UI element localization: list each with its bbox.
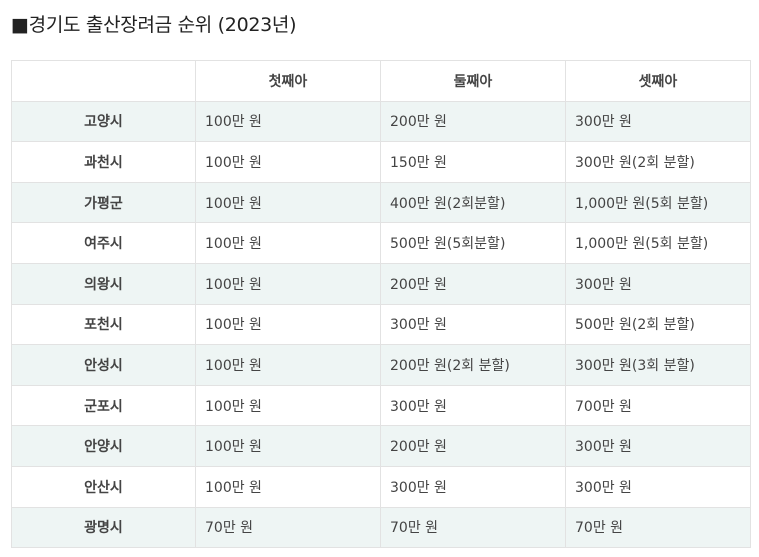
cell-third-child: 1,000만 원(5회 분할) (565, 181, 751, 224)
cell-second-child: 300만 원 (380, 303, 566, 346)
page-title: ■경기도 출산장려금 순위 (2023년) (11, 14, 297, 36)
cell-second-child: 200만 원(2회 분할) (380, 344, 566, 386)
cell-second-child: 150만 원 (380, 141, 566, 183)
table-row: 안성시 100만 원 200만 원(2회 분할) 300만 원(3회 분할) (11, 344, 751, 386)
cell-first-child: 100만 원 (195, 425, 381, 467)
table-row: 안양시 100만 원 200만 원 300만 원 (11, 425, 751, 467)
table-row: 광명시 70만 원 70만 원 70만 원 (11, 506, 751, 549)
cell-first-child: 100만 원 (195, 222, 381, 264)
row-city: 안양시 (11, 425, 196, 467)
table-row: 포천시 100만 원 300만 원 500만 원(2회 분할) (11, 303, 751, 346)
cell-first-child: 100만 원 (195, 344, 381, 386)
cell-first-child: 100만 원 (195, 465, 381, 508)
cell-first-child: 100만 원 (195, 384, 381, 427)
cell-first-child: 100만 원 (195, 181, 381, 224)
table-row: 군포시 100만 원 300만 원 700만 원 (11, 384, 751, 427)
cell-third-child: 300만 원(2회 분할) (565, 141, 751, 183)
cell-third-child: 500만 원(2회 분할) (565, 303, 751, 346)
cell-first-child: 100만 원 (195, 303, 381, 346)
table-row: 과천시 100만 원 150만 원 300만 원(2회 분할) (11, 141, 751, 183)
table-row: 여주시 100만 원 500만 원(5회분할) 1,000만 원(5회 분할) (11, 222, 751, 264)
cell-second-child: 300만 원 (380, 384, 566, 427)
cell-third-child: 300만 원 (565, 262, 751, 305)
header-third-child: 셋째아 (565, 60, 751, 102)
cell-first-child: 100만 원 (195, 262, 381, 305)
table-row: 가평군 100만 원 400만 원(2회분할) 1,000만 원(5회 분할) (11, 181, 751, 224)
cell-third-child: 70만 원 (565, 506, 751, 549)
row-city: 포천시 (11, 303, 196, 346)
cell-second-child: 200만 원 (380, 425, 566, 467)
row-city: 여주시 (11, 222, 196, 264)
cell-third-child: 300만 원 (565, 100, 751, 143)
row-city: 안성시 (11, 344, 196, 386)
row-city: 과천시 (11, 141, 196, 183)
table-header-row: 첫째아 둘째아 셋째아 (11, 60, 751, 102)
row-city: 군포시 (11, 384, 196, 427)
cell-first-child: 100만 원 (195, 100, 381, 143)
cell-first-child: 70만 원 (195, 506, 381, 549)
birth-incentive-table: 첫째아 둘째아 셋째아 고양시 100만 원 200만 원 300만 원 과천시… (11, 60, 751, 549)
cell-second-child: 400만 원(2회분할) (380, 181, 566, 224)
cell-second-child: 300만 원 (380, 465, 566, 508)
cell-first-child: 100만 원 (195, 141, 381, 183)
row-city: 고양시 (11, 100, 196, 143)
header-first-child: 첫째아 (195, 60, 381, 102)
row-city: 광명시 (11, 506, 196, 549)
row-city: 가평군 (11, 181, 196, 224)
cell-second-child: 200만 원 (380, 262, 566, 305)
cell-second-child: 200만 원 (380, 100, 566, 143)
cell-third-child: 700만 원 (565, 384, 751, 427)
cell-third-child: 300만 원 (565, 425, 751, 467)
cell-third-child: 300만 원(3회 분할) (565, 344, 751, 386)
cell-second-child: 70만 원 (380, 506, 566, 549)
header-second-child: 둘째아 (380, 60, 566, 102)
row-city: 안산시 (11, 465, 196, 508)
cell-third-child: 300만 원 (565, 465, 751, 508)
header-corner (11, 60, 196, 102)
table-row: 고양시 100만 원 200만 원 300만 원 (11, 100, 751, 143)
row-city: 의왕시 (11, 262, 196, 305)
table-row: 의왕시 100만 원 200만 원 300만 원 (11, 262, 751, 305)
cell-second-child: 500만 원(5회분할) (380, 222, 566, 264)
cell-third-child: 1,000만 원(5회 분할) (565, 222, 751, 264)
table-row: 안산시 100만 원 300만 원 300만 원 (11, 465, 751, 508)
